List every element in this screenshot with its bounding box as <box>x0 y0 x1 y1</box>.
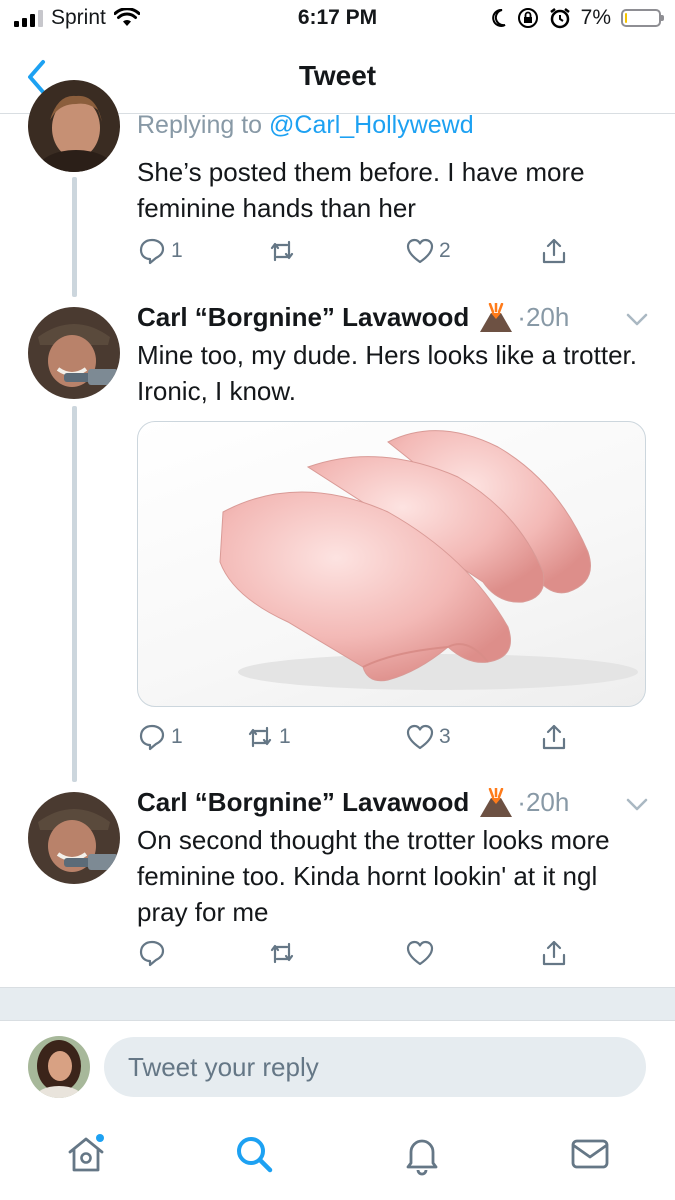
tweet-actions: 1 1 3 <box>137 722 577 758</box>
timestamp[interactable]: 20h <box>526 302 569 333</box>
reply-input[interactable] <box>104 1037 646 1097</box>
alarm-icon <box>549 8 570 29</box>
reply-icon <box>139 238 165 265</box>
status-right: 7% <box>491 6 664 30</box>
battery-icon <box>621 9 664 27</box>
thread-line <box>72 177 77 297</box>
mention-link[interactable]: @Carl_Hollywewd <box>269 111 474 139</box>
like-count: 3 <box>439 725 451 748</box>
retweet-icon <box>248 726 272 748</box>
battery-fill <box>625 13 628 23</box>
like-button[interactable]: 3 <box>405 722 451 752</box>
reply-button[interactable] <box>137 938 171 968</box>
orientation-lock-icon <box>517 8 538 28</box>
volcano-icon <box>480 787 513 817</box>
reply-icon <box>139 724 165 751</box>
separator: · <box>517 787 526 817</box>
author-name[interactable]: Carl “Borgnine” Lavawood <box>137 302 469 333</box>
tab-bar <box>0 1120 675 1200</box>
share-button[interactable] <box>539 722 569 752</box>
tweet-media-image[interactable] <box>137 421 646 707</box>
avatar[interactable] <box>28 792 120 884</box>
retweet-button[interactable]: 1 <box>245 722 291 752</box>
tweet-text: Mine too, my dude. Hers looks like a tro… <box>137 340 637 406</box>
chevron-down-icon[interactable] <box>624 796 650 814</box>
status-bar: Sprint 6:17 PM 7% <box>0 0 675 40</box>
like-button[interactable]: 2 <box>405 236 451 266</box>
tweet-text: She’s posted them before. I have more fe… <box>137 157 585 223</box>
reply-count: 1 <box>171 239 183 262</box>
avatar[interactable] <box>28 80 120 172</box>
share-button[interactable] <box>539 938 569 968</box>
replying-to-label: Replying to <box>137 111 270 139</box>
thread-line <box>72 406 77 782</box>
tweet-actions <box>137 938 577 974</box>
moon-icon <box>491 8 506 27</box>
author-name[interactable]: Carl “Borgnine” Lavawood <box>137 787 469 818</box>
share-icon <box>542 238 566 264</box>
share-button[interactable] <box>539 236 569 266</box>
tweet-header: Carl “Borgnine” Lavawood · 20h <box>137 302 569 333</box>
share-icon <box>542 940 566 966</box>
messages-icon[interactable] <box>568 1132 612 1176</box>
notifications-icon[interactable] <box>400 1132 444 1176</box>
share-icon <box>542 724 566 750</box>
section-divider <box>0 987 675 1021</box>
heart-icon <box>406 238 434 264</box>
tweet-text: On second thought the trotter looks more… <box>137 825 610 927</box>
user-avatar[interactable] <box>28 1036 90 1098</box>
retweet-count: 1 <box>279 725 291 748</box>
retweet-button[interactable] <box>267 236 301 266</box>
tweet-actions: 1 2 <box>137 236 577 272</box>
like-button[interactable] <box>405 938 439 968</box>
avatar[interactable] <box>28 307 120 399</box>
retweet-icon <box>270 240 294 262</box>
like-count: 2 <box>439 239 451 262</box>
retweet-icon <box>270 942 294 964</box>
battery-percent: 7% <box>580 6 611 29</box>
tweet-header: Carl “Borgnine” Lavawood · 20h <box>137 787 569 818</box>
heart-icon <box>406 724 434 750</box>
chevron-down-icon[interactable] <box>624 311 650 329</box>
retweet-button[interactable] <box>267 938 301 968</box>
page-title: Tweet <box>298 60 377 91</box>
reply-count: 1 <box>171 725 183 748</box>
volcano-icon <box>480 302 513 332</box>
heart-icon <box>406 940 434 966</box>
reply-button[interactable]: 1 <box>137 236 183 266</box>
replying-to: Replying to @Carl_Hollywewd <box>137 111 474 140</box>
reply-button[interactable]: 1 <box>137 722 183 752</box>
search-icon[interactable] <box>232 1132 276 1176</box>
home-icon[interactable] <box>64 1132 108 1176</box>
timestamp[interactable]: 20h <box>526 787 569 818</box>
reply-icon <box>139 940 165 967</box>
separator: · <box>517 302 526 332</box>
